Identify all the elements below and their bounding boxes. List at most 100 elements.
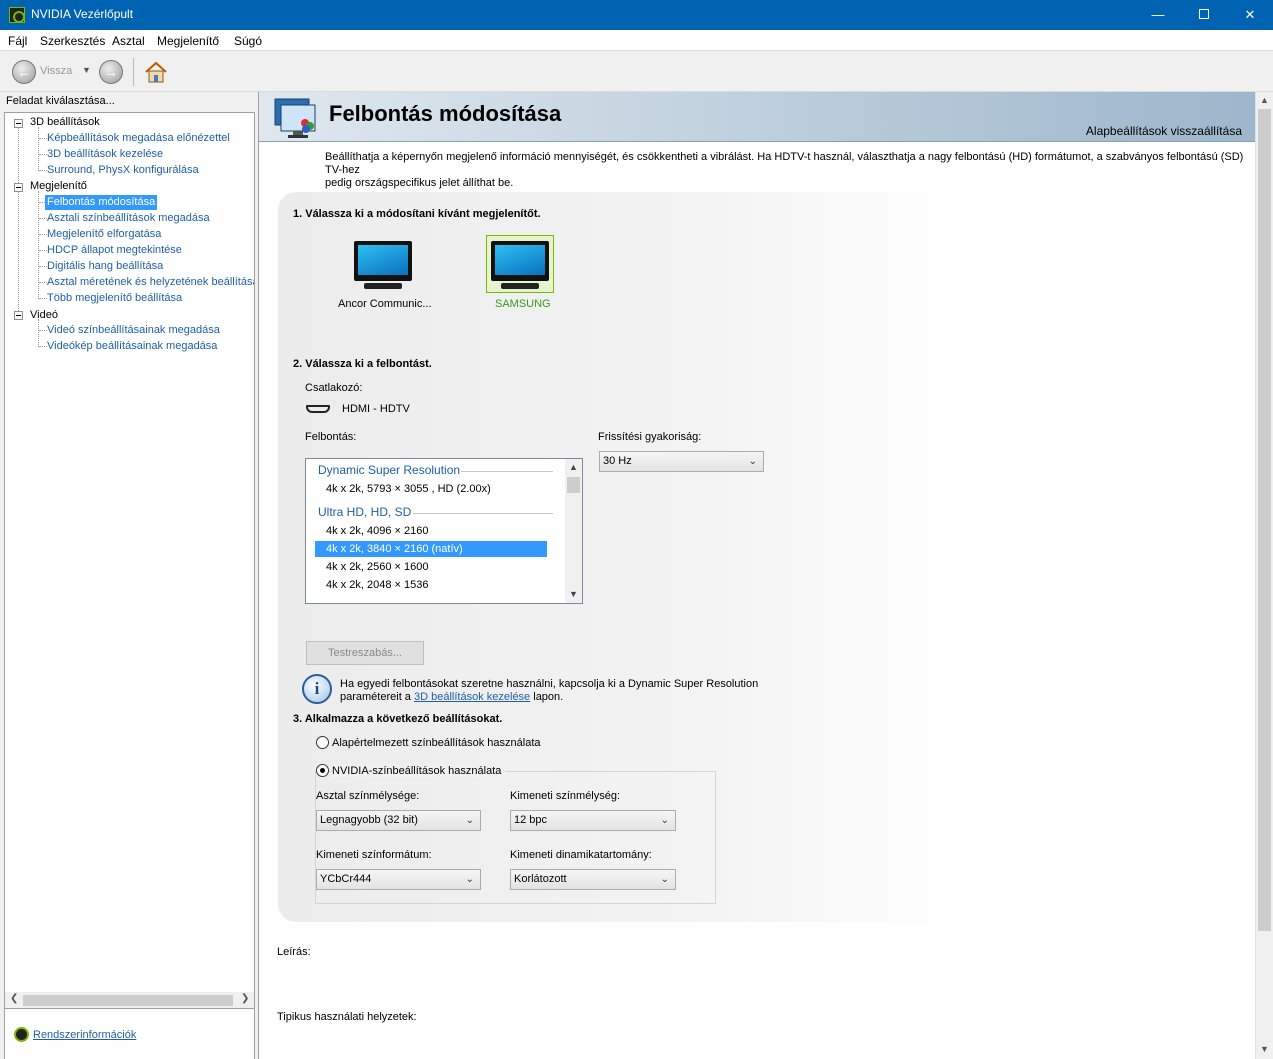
info-line: paramétereit a 3D beállítások kezelése l…	[340, 691, 564, 703]
radio-nvidia-colors[interactable]	[316, 764, 329, 777]
maximize-button[interactable]	[1181, 0, 1227, 30]
arrow-right-icon: →	[104, 64, 118, 80]
tree-item-digital-audio[interactable]: Digitális hang beállítása	[47, 260, 163, 272]
scroll-down-icon[interactable]: ▼	[569, 589, 578, 599]
tree-item-video-color-settings[interactable]: Videó színbeállításainak megadása	[47, 324, 220, 336]
menu-desktop[interactable]: Asztal	[112, 34, 145, 48]
list-group-header: Ultra HD, HD, SD	[318, 505, 412, 519]
collapse-toggle-icon[interactable]	[14, 119, 23, 128]
radio-default-colors-label[interactable]: Alapértelmezett színbeállítások használa…	[332, 737, 541, 749]
task-panel: Feladat kiválasztása... 3D beállítások K…	[0, 92, 258, 1059]
output-color-depth-value: 12 bpc	[514, 814, 548, 826]
tree-item-rotate-display[interactable]: Megjelenítő elforgatása	[47, 228, 161, 240]
tree-item-multiple-displays[interactable]: Több megjelenítő beállítása	[47, 292, 182, 304]
chevron-down-icon: ⌄	[465, 874, 474, 885]
output-color-format-select[interactable]: YCbCr444 ⌄	[316, 869, 481, 890]
scroll-left-icon[interactable]: ❮	[10, 993, 18, 1004]
scrollbar-thumb[interactable]	[1258, 109, 1271, 931]
radio-nvidia-colors-label[interactable]: NVIDIA-színbeállítások használata	[332, 765, 506, 777]
close-button[interactable]: ✕	[1227, 0, 1273, 30]
content-vertical-scrollbar[interactable]: ▲ ▼	[1255, 92, 1273, 1059]
list-item[interactable]: 4k x 2k, 5793 × 3055 , HD (2.00x)	[326, 483, 491, 495]
output-color-format-value: YCbCr444	[320, 873, 372, 885]
system-info-label[interactable]: Rendszerinformációk	[33, 1029, 136, 1041]
collapse-toggle-icon[interactable]	[14, 183, 23, 192]
page-banner: Felbontás módosítása Alapbeállítások vis…	[259, 92, 1255, 142]
manage-3d-settings-link[interactable]: 3D beállítások kezelése	[414, 691, 530, 703]
content-panel: Felbontás módosítása Alapbeállítások vis…	[258, 92, 1273, 1059]
typical-usage-label: Tipikus használati helyzetek:	[277, 1011, 417, 1023]
display-ancor-label: Ancor Communic...	[338, 298, 432, 310]
output-dynamic-range-value: Korlátozott	[514, 873, 567, 885]
list-group-header: Dynamic Super Resolution	[318, 463, 461, 477]
resolution-list[interactable]: Dynamic Super Resolution 4k x 2k, 5793 ×…	[305, 458, 583, 604]
tree-item-hdcp-status[interactable]: HDCP állapot megtekintése	[47, 244, 182, 256]
tree-guide	[18, 123, 19, 315]
tree-item-manage-3d-settings[interactable]: 3D beállítások kezelése	[47, 148, 163, 160]
tree-guide	[38, 127, 39, 171]
tree-item-change-resolution[interactable]: Felbontás módosítása	[45, 195, 158, 210]
page-description-line: Beállíthatja a képernyőn megjelenő infor…	[325, 151, 1244, 176]
back-label: Vissza	[40, 65, 73, 77]
monitor-icon	[354, 241, 412, 281]
page-description: Beállíthatja a képernyőn megjelenő infor…	[325, 151, 1255, 190]
tree-item-surround-physx[interactable]: Surround, PhysX konfigurálása	[47, 164, 199, 176]
tree-horizontal-scrollbar[interactable]: ❮ ❯	[4, 992, 255, 1009]
chevron-down-icon: ⌄	[660, 874, 669, 885]
radio-default-colors[interactable]	[316, 736, 329, 749]
list-item[interactable]: 4k x 2k, 4096 × 2160	[326, 525, 428, 537]
window-title: NVIDIA Vezérlőpult	[31, 7, 134, 21]
tree-group-3d-settings[interactable]: 3D beállítások	[30, 116, 100, 128]
refresh-rate-value: 30 Hz	[603, 455, 632, 467]
menu-display[interactable]: Megjelenítő	[157, 34, 219, 48]
tree-item-desktop-size-position[interactable]: Asztal méretének és helyzetének beállítá…	[47, 276, 254, 288]
refresh-rate-select[interactable]: 30 Hz ⌄	[599, 451, 764, 472]
tree-group-video[interactable]: Videó	[30, 309, 58, 321]
display-ancor[interactable]	[348, 237, 418, 297]
desktop-color-depth-select[interactable]: Legnagyobb (32 bit) ⌄	[316, 810, 481, 831]
back-button[interactable]: ←	[12, 60, 36, 84]
toolbar: ← Vissza ▼ →	[0, 52, 1273, 92]
output-color-depth-label: Kimeneti színmélység:	[510, 790, 621, 802]
list-item-selected[interactable]: 4k x 2k, 3840 × 2160 (natív)	[315, 541, 547, 557]
step1-heading: 1. Válassza ki a módosítani kívánt megje…	[293, 208, 541, 220]
history-dropdown-icon[interactable]: ▼	[82, 65, 91, 75]
toolbar-separator	[133, 58, 134, 86]
list-item[interactable]: 4k x 2k, 2560 × 1600	[326, 561, 428, 573]
scroll-up-icon[interactable]: ▲	[569, 462, 578, 472]
scroll-right-icon[interactable]: ❯	[241, 993, 249, 1004]
title-bar: NVIDIA Vezérlőpult — ✕	[0, 0, 1273, 30]
page-description-line: pedig országspecifikus jelet állíthat be…	[325, 177, 514, 189]
desktop-color-depth-label: Asztal színmélysége:	[316, 790, 420, 802]
tree-item-video-image-settings[interactable]: Videókép beállításainak megadása	[47, 340, 217, 352]
maximize-icon	[1199, 9, 1209, 19]
scroll-up-icon[interactable]: ▲	[1260, 95, 1269, 105]
restore-defaults-link[interactable]: Alapbeállítások visszaállítása	[1086, 124, 1242, 138]
forward-button[interactable]: →	[99, 60, 123, 84]
tree-item-image-settings-preview[interactable]: Képbeállítások megadása előnézettel	[47, 132, 230, 144]
menu-help[interactable]: Súgó	[234, 34, 262, 48]
display-samsung-icon[interactable]	[485, 237, 555, 297]
home-icon[interactable]	[144, 60, 168, 84]
customize-button[interactable]: Testreszabás...	[306, 641, 424, 665]
collapse-toggle-icon[interactable]	[14, 311, 23, 320]
task-panel-header: Feladat kiválasztása...	[6, 95, 115, 107]
chevron-down-icon: ⌄	[748, 456, 757, 467]
menu-edit[interactable]: Szerkesztés	[40, 34, 105, 48]
scroll-down-icon[interactable]: ▼	[1260, 1044, 1269, 1054]
scrollbar-thumb[interactable]	[23, 995, 233, 1006]
chevron-down-icon: ⌄	[660, 815, 669, 826]
list-item[interactable]: 4k x 2k, 2048 × 1536	[326, 579, 428, 591]
output-dynamic-range-select[interactable]: Korlátozott ⌄	[510, 869, 676, 890]
tree-item-desktop-color-settings[interactable]: Asztali színbeállítások megadása	[47, 212, 210, 224]
tree-group-display[interactable]: Megjelenítő	[30, 180, 87, 192]
tree-guide	[38, 319, 39, 347]
output-color-depth-select[interactable]: 12 bpc ⌄	[510, 810, 676, 831]
minimize-button[interactable]: —	[1135, 0, 1181, 30]
list-scrollbar[interactable]: ▲ ▼	[565, 459, 582, 603]
description-label: Leírás:	[277, 946, 311, 958]
step2-heading: 2. Válassza ki a felbontást.	[293, 358, 432, 370]
menu-file[interactable]: Fájl	[8, 34, 27, 48]
scrollbar-thumb[interactable]	[567, 477, 580, 493]
task-tree: 3D beállítások Képbeállítások megadása e…	[4, 112, 255, 1059]
